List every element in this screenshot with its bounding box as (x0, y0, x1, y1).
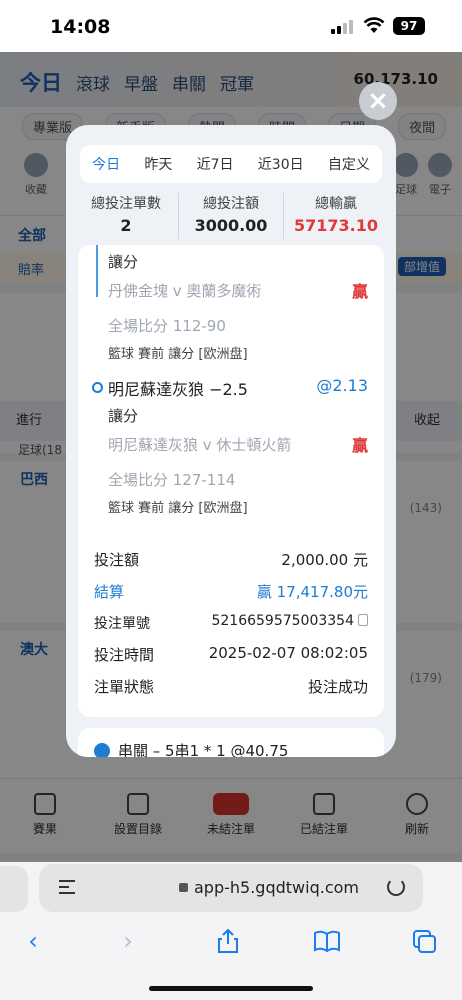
leg1-score: 全場比分 112-90 (108, 317, 226, 335)
settle-value: 贏 17,417.80元 (256, 583, 368, 601)
reload-icon[interactable] (387, 878, 405, 896)
copy-icon[interactable] (358, 614, 368, 626)
page-menu-icon[interactable] (59, 880, 75, 894)
summary-stats: 總投注單數 2 總投注額 3000.00 總輸贏 57173.10 (74, 193, 388, 239)
address-bar[interactable]: app-h5.gqdtwiq.com (39, 864, 423, 912)
leg1-match: 丹佛金塊 v 奧蘭多魔術 (108, 282, 262, 300)
forward-icon[interactable]: › (113, 928, 143, 954)
home-indicator[interactable] (149, 986, 313, 991)
leg2-odds: @2.13 (316, 376, 368, 395)
leg2-match: 明尼蘇達灰狼 v 休士頓火箭 (108, 436, 292, 454)
stake-label: 投注額 (94, 551, 140, 569)
cellular-signal-icon (331, 18, 355, 34)
leg1-meta: 籃球 賽前 讓分 [欧洲盘] (108, 347, 248, 362)
period-tabs: 今日 昨天 近7日 近30日 自定义 (80, 145, 382, 183)
tabs-icon[interactable] (410, 928, 440, 954)
close-button[interactable]: × (359, 82, 397, 120)
leg1-result: 贏 (351, 282, 368, 301)
leg1-bet-type: 讓分 (108, 253, 139, 271)
bet-time: 2025-02-07 08:02:05 (208, 644, 368, 662)
leg-marker-icon (92, 382, 103, 393)
ticket-id-label: 投注單號 (94, 616, 150, 632)
ticket-id: 5216659575003354 (211, 613, 368, 629)
bet-record-modal: 今日 昨天 近7日 近30日 自定义 總投注單數 2 總投注額 3000.00 … (66, 125, 396, 757)
stat-bet-count: 總投注單數 2 (74, 193, 179, 239)
next-bet-card[interactable]: 串關 – 5串1 * 1 @40.75 (78, 728, 384, 757)
settle-label: 結算 (94, 583, 125, 601)
bookmarks-icon[interactable] (312, 928, 342, 954)
share-icon[interactable] (213, 928, 243, 954)
back-icon[interactable]: ‹ (18, 928, 48, 954)
tab-period-custom[interactable]: 自定义 (328, 154, 370, 174)
tab-period-yesterday[interactable]: 昨天 (144, 154, 172, 174)
previous-tab-preview[interactable] (0, 866, 28, 912)
clock: 14:08 (50, 16, 111, 38)
leg2-selection: 明尼蘇達灰狼 −2.5 (108, 380, 248, 399)
lock-icon (179, 883, 188, 892)
battery-indicator: 97 (393, 17, 425, 35)
stat-bet-amount: 總投注額 3000.00 (179, 193, 284, 239)
tab-period-7d[interactable]: 近7日 (197, 154, 234, 174)
leg-connector (96, 245, 98, 297)
bet-detail-card: 讓分 丹佛金塊 v 奧蘭多魔術 贏 全場比分 112-90 籃球 賽前 讓分 [… (78, 245, 384, 717)
status-label: 注單狀態 (94, 678, 155, 696)
status-value: 投注成功 (307, 678, 368, 696)
tab-period-30d[interactable]: 近30日 (258, 154, 304, 174)
parlay-icon (94, 743, 110, 757)
bet-time-label: 投注時間 (94, 646, 155, 664)
stake-value: 2,000.00 元 (281, 551, 368, 569)
leg2-result: 贏 (351, 436, 368, 455)
leg2-bet-type: 讓分 (108, 407, 139, 425)
url-text: app-h5.gqdtwiq.com (194, 878, 359, 897)
status-bar: 14:08 97 (0, 0, 462, 52)
close-icon: × (367, 86, 389, 116)
leg2-score: 全場比分 127-114 (108, 471, 236, 489)
tab-period-today[interactable]: 今日 (92, 154, 120, 174)
wifi-icon (363, 17, 385, 33)
stat-win-loss: 總輸贏 57173.10 (293, 196, 378, 235)
browser-url-area: app-h5.gqdtwiq.com (0, 862, 462, 918)
leg2-meta: 籃球 賽前 讓分 [欧洲盘] (108, 501, 248, 516)
